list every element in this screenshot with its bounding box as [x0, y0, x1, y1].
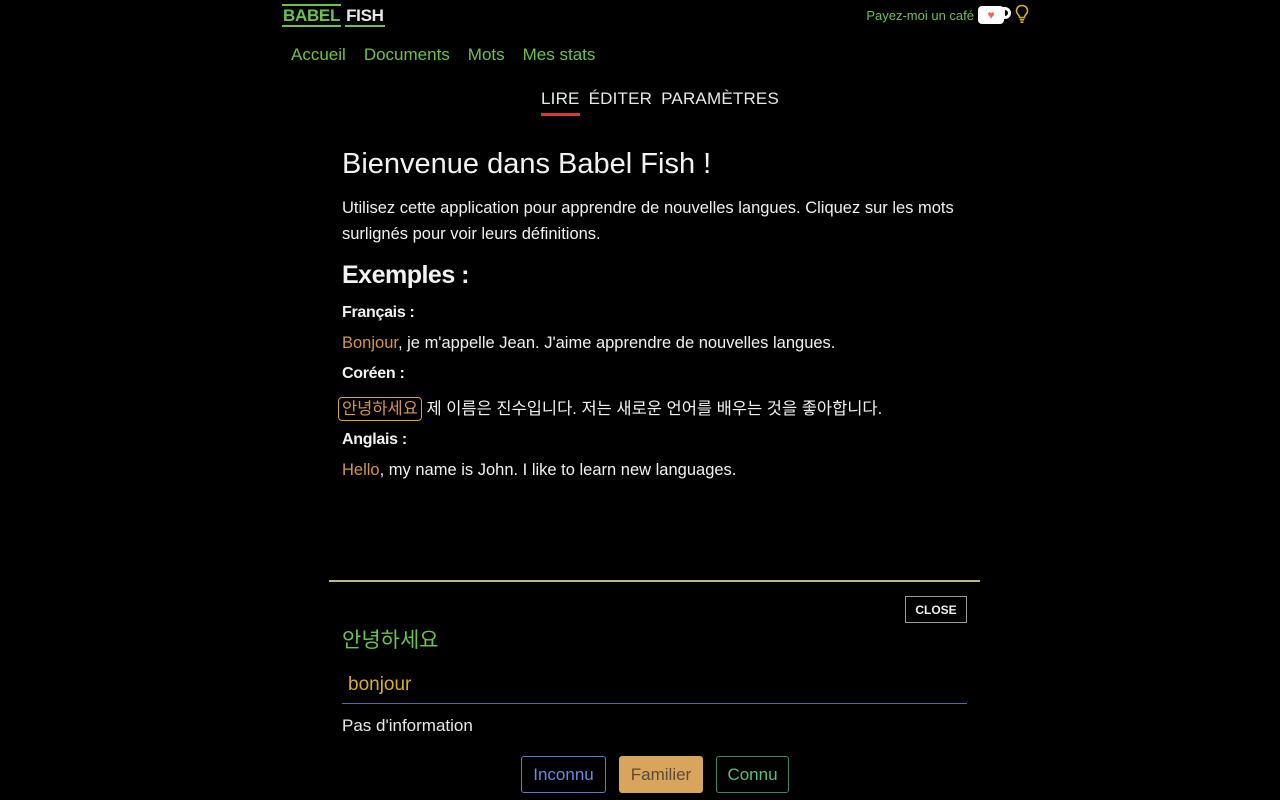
lightbulb-icon[interactable]	[1014, 4, 1030, 24]
example-sentence-french: Bonjour, je m'appelle Jean. J'aime appre…	[342, 334, 972, 353]
level-known-button[interactable]: Connu	[716, 756, 789, 793]
example-label-french: Français :	[342, 304, 415, 321]
tab-parametres[interactable]: PARAMÈTRES	[661, 89, 779, 116]
nav-documents[interactable]: Documents	[364, 45, 450, 65]
close-button[interactable]: CLOSE	[905, 596, 967, 623]
sentence-text: , my name is John. I like to learn new l…	[379, 461, 737, 479]
top-bar: BABEL FISH Payez-moi un café ♥	[282, 0, 1030, 40]
knowledge-level-buttons: Inconnu Familier Connu	[521, 756, 789, 793]
document-tabs: LIRE ÉDITER PARAMÈTRES	[541, 89, 779, 116]
sentence-text: 제 이름은 진수입니다. 저는 새로운 언어를 배우는 것을 좋아합니다.	[421, 400, 883, 418]
nav-mots[interactable]: Mots	[468, 45, 505, 65]
sentence-text: , je m'appelle Jean. J'aime apprendre de…	[397, 334, 836, 352]
main-nav: Accueil Documents Mots Mes stats	[291, 45, 595, 65]
level-unknown-button[interactable]: Inconnu	[521, 756, 606, 793]
example-label-korean: Coréen :	[342, 365, 405, 382]
tab-lire[interactable]: LIRE	[541, 89, 580, 116]
page-title: Bienvenue dans Babel Fish !	[342, 148, 712, 180]
example-sentence-english: Hello, my name is John. I like to learn …	[342, 461, 972, 480]
logo-babel: BABEL	[282, 4, 342, 27]
nav-accueil[interactable]: Accueil	[291, 45, 346, 65]
panel-word: 안녕하세요	[342, 629, 439, 652]
info-text: Pas d'information	[342, 716, 473, 735]
highlighted-word[interactable]: Bonjour	[342, 334, 398, 352]
nav-mes-stats[interactable]: Mes stats	[523, 45, 596, 65]
kofi-cup-icon: ♥	[978, 6, 1011, 24]
document-content: Bienvenue dans Babel Fish ! Utilisez cet…	[338, 148, 972, 492]
translation-input[interactable]	[342, 666, 967, 704]
intro-text: Utilisez cette application pour apprendr…	[342, 199, 954, 243]
example-label-english: Anglais :	[342, 431, 407, 448]
buy-coffee-label: Payez-moi un café	[866, 7, 974, 23]
example-sentence-korean: 안녕하세요 제 이름은 진수입니다. 저는 새로운 언어를 배우는 것을 좋아합…	[338, 395, 972, 421]
selected-word[interactable]: 안녕하세요	[338, 397, 422, 421]
highlighted-word[interactable]: Hello	[342, 461, 380, 479]
buy-coffee-link[interactable]: Payez-moi un café ♥	[866, 6, 1011, 24]
logo-fish: FISH	[345, 6, 385, 27]
tab-editer[interactable]: ÉDITER	[589, 89, 653, 116]
level-familiar-button[interactable]: Familier	[619, 756, 703, 793]
examples-heading: Exemples :	[342, 261, 470, 289]
logo[interactable]: BABEL FISH	[282, 4, 385, 27]
